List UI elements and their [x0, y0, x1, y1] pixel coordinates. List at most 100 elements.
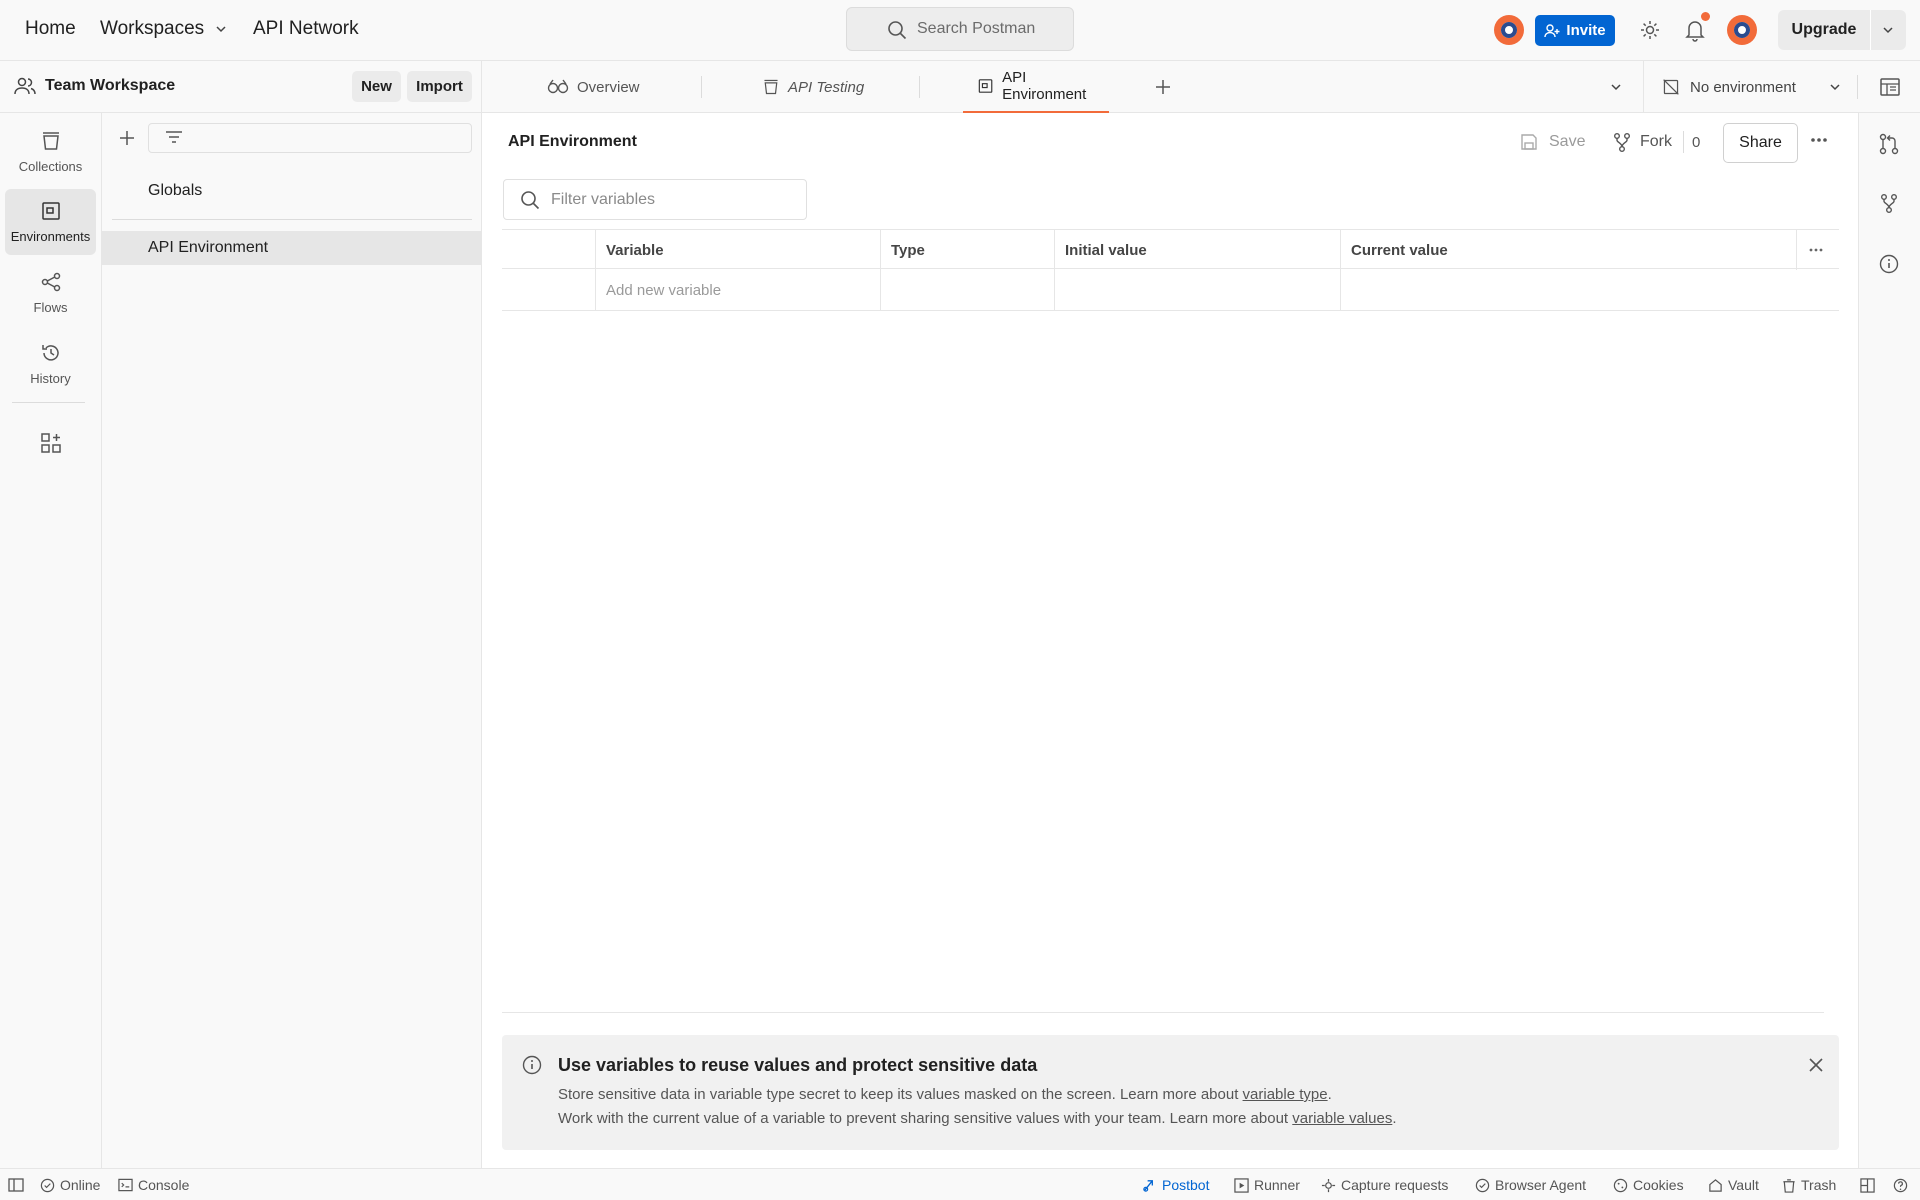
search-input[interactable]: Search Postman	[846, 7, 1074, 51]
sidebar-filter-input[interactable]	[148, 123, 472, 153]
add-user-icon	[1544, 23, 1560, 37]
online-status[interactable]: Online	[40, 1169, 100, 1200]
filter-variables-input[interactable]: Filter variables	[503, 179, 807, 220]
sidebar-item-globals[interactable]: Globals	[102, 174, 481, 208]
tab-api-testing[interactable]: API Testing	[762, 61, 864, 113]
workspace-name[interactable]: Team Workspace	[45, 77, 175, 95]
user-avatar[interactable]	[1727, 15, 1757, 45]
no-environment-icon	[1663, 79, 1679, 95]
workspace-header: Team Workspace New Import	[0, 61, 482, 113]
close-icon[interactable]	[1808, 1057, 1824, 1073]
postbot-icon	[1143, 1179, 1153, 1192]
fork-label: Fork	[1640, 133, 1672, 150]
fork-count: 0	[1692, 134, 1701, 151]
tab-api-environment[interactable]: API Environment	[963, 61, 1109, 113]
check-circle-icon	[1475, 1178, 1490, 1192]
initial-value-cell[interactable]	[1054, 269, 1340, 311]
column-header-current-value: Current value	[1340, 230, 1796, 270]
chevron-down-icon[interactable]	[1881, 23, 1895, 37]
rail-label: History	[30, 371, 71, 386]
layout-icon[interactable]	[1860, 1178, 1875, 1193]
gear-icon[interactable]	[1639, 19, 1661, 41]
history-icon	[41, 345, 59, 361]
browser-agent-button[interactable]: Browser Agent	[1475, 1169, 1586, 1200]
more-options-icon[interactable]	[1810, 136, 1828, 144]
new-button[interactable]: New	[352, 71, 401, 102]
capture-requests-button[interactable]: Capture requests	[1321, 1169, 1448, 1200]
configure-sidebar-icon[interactable]	[40, 432, 62, 454]
filter-placeholder: Filter variables	[551, 190, 656, 208]
rail-item-environments[interactable]: Environments	[5, 189, 96, 255]
current-value-cell[interactable]	[1340, 269, 1839, 311]
team-avatar[interactable]	[1494, 15, 1524, 45]
runner-button[interactable]: Runner	[1234, 1169, 1300, 1200]
search-icon	[521, 190, 540, 209]
api-network-link[interactable]: API Network	[253, 18, 359, 40]
trash-label: Trash	[1801, 1177, 1837, 1193]
pull-request-icon[interactable]	[1879, 133, 1899, 155]
new-tab-plus-icon[interactable]	[1154, 78, 1172, 96]
console-icon	[118, 1178, 133, 1192]
fork-button[interactable]: Fork	[1613, 132, 1672, 152]
plus-icon[interactable]	[118, 129, 136, 147]
sidebar-item-api-environment[interactable]: API Environment	[102, 231, 481, 265]
rail-item-flows[interactable]: Flows	[5, 260, 96, 326]
rail-item-collections[interactable]: Collections	[5, 119, 96, 185]
share-button[interactable]: Share	[1723, 123, 1798, 163]
postbot-button[interactable]: Postbot	[1142, 1169, 1209, 1200]
column-options[interactable]	[1796, 230, 1839, 270]
tab-divider	[919, 76, 920, 98]
left-rail: Collections Environments Flows History	[0, 113, 102, 1168]
console-label: Console	[138, 1177, 190, 1193]
console-button[interactable]: Console	[118, 1169, 189, 1200]
trash-button[interactable]: Trash	[1782, 1169, 1836, 1200]
page-title: API Environment	[508, 133, 637, 150]
banner-text: .	[1327, 1086, 1332, 1103]
save-icon	[1521, 134, 1537, 150]
tab-divider	[701, 76, 702, 98]
type-cell[interactable]	[880, 269, 1054, 311]
invite-button[interactable]: Invite	[1535, 15, 1615, 46]
upgrade-button[interactable]: Upgrade	[1778, 10, 1906, 50]
tab-label: API Testing	[788, 78, 865, 96]
upgrade-label: Upgrade	[1791, 21, 1857, 38]
environment-selector-label: No environment	[1690, 78, 1796, 96]
environment-editor: API Environment Save Fork 0 Share Filter…	[482, 113, 1858, 1168]
banner-title: Use variables to reuse values and protec…	[558, 1055, 1038, 1075]
save-button[interactable]: Save	[1519, 132, 1585, 152]
workspaces-menu[interactable]: Workspaces	[100, 18, 228, 40]
vault-button[interactable]: Vault	[1708, 1169, 1759, 1200]
tab-overview[interactable]: Overview	[547, 61, 640, 113]
capture-label: Capture requests	[1341, 1177, 1449, 1193]
add-variable-input[interactable]: Add new variable	[595, 269, 880, 311]
more-options-icon	[1809, 248, 1823, 252]
variable-values-link[interactable]: variable values	[1292, 1110, 1392, 1127]
capture-icon	[1321, 1178, 1336, 1192]
chevron-down-icon[interactable]	[1609, 80, 1623, 94]
search-icon	[888, 21, 907, 40]
home-link[interactable]: Home	[25, 18, 76, 40]
notifications-bell[interactable]	[1684, 12, 1710, 42]
rail-item-history[interactable]: History	[5, 331, 96, 397]
variable-type-link[interactable]: variable type	[1243, 1086, 1328, 1103]
toggle-sidebar-icon[interactable]	[8, 1178, 24, 1192]
postbot-label: Postbot	[1162, 1177, 1210, 1193]
chevron-down-icon	[1830, 84, 1840, 91]
tab-label: API Environment	[1002, 69, 1087, 103]
environment-quick-look-icon[interactable]	[1879, 76, 1901, 98]
collections-icon	[764, 79, 778, 95]
chevron-down-icon	[216, 26, 226, 33]
variables-info-banner: Use variables to reuse values and protec…	[502, 1035, 1839, 1150]
environments-sidebar: Globals API Environment	[102, 113, 482, 1168]
help-icon[interactable]	[1893, 1178, 1908, 1193]
import-button[interactable]: Import	[407, 71, 472, 102]
banner-line-2: Work with the current value of a variabl…	[558, 1110, 1397, 1127]
cookies-button[interactable]: Cookies	[1613, 1169, 1684, 1200]
vault-icon	[1709, 1178, 1722, 1192]
sidebar-item-label: Globals	[148, 182, 203, 199]
column-header-variable: Variable	[595, 230, 880, 270]
team-icon	[14, 77, 36, 95]
info-icon[interactable]	[1879, 254, 1899, 274]
fork-icon[interactable]	[1880, 193, 1898, 213]
environment-selector[interactable]: No environment	[1662, 61, 1842, 113]
